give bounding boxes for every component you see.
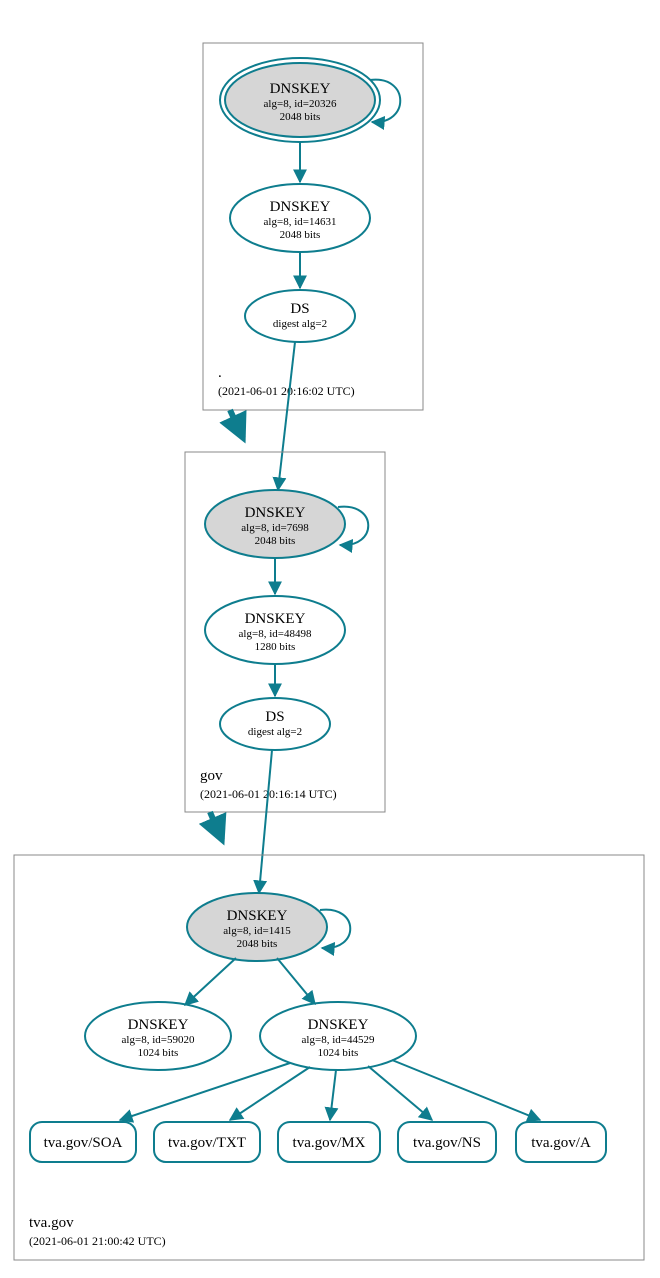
- node-tva-zsk1: DNSKEY alg=8, id=59020 1024 bits: [85, 1002, 231, 1070]
- svg-text:alg=8, id=44529: alg=8, id=44529: [302, 1034, 375, 1046]
- edge-zsk2-ns: [368, 1066, 432, 1120]
- svg-text:digest alg=2: digest alg=2: [248, 726, 302, 738]
- svg-text:DS: DS: [265, 709, 284, 725]
- svg-text:DNSKEY: DNSKEY: [128, 1017, 189, 1033]
- node-rec-ns: tva.gov/NS: [398, 1122, 496, 1162]
- zone-tva-ts: (2021-06-01 21:00:42 UTC): [29, 1234, 166, 1248]
- zone-tva: tva.gov (2021-06-01 21:00:42 UTC) DNSKEY…: [14, 855, 644, 1260]
- svg-text:2048 bits: 2048 bits: [280, 111, 321, 123]
- svg-text:tva.gov/SOA: tva.gov/SOA: [44, 1135, 123, 1151]
- node-gov-zsk: DNSKEY alg=8, id=48498 1280 bits: [205, 596, 345, 664]
- svg-text:alg=8, id=1415: alg=8, id=1415: [223, 925, 291, 937]
- zone-root: . (2021-06-01 20:16:02 UTC) DNSKEY alg=8…: [203, 43, 423, 410]
- svg-text:1024 bits: 1024 bits: [138, 1047, 179, 1059]
- edge-deleg-root-gov: [230, 410, 243, 438]
- node-rec-txt: tva.gov/TXT: [154, 1122, 260, 1162]
- node-root-ksk: DNSKEY alg=8, id=20326 2048 bits: [220, 58, 380, 142]
- node-gov-ksk: DNSKEY alg=8, id=7698 2048 bits: [205, 490, 345, 558]
- edge-tva-ksk-zsk1: [185, 958, 236, 1005]
- node-gov-ds: DS digest alg=2: [220, 698, 330, 750]
- svg-text:DS: DS: [290, 301, 309, 317]
- edge-zsk2-mx: [330, 1070, 336, 1120]
- node-rec-soa: tva.gov/SOA: [30, 1122, 136, 1162]
- zone-gov: gov (2021-06-01 20:16:14 UTC) DNSKEY alg…: [185, 452, 385, 812]
- svg-text:alg=8, id=59020: alg=8, id=59020: [122, 1034, 195, 1046]
- edge-deleg-gov-tva: [210, 812, 222, 840]
- edge-zsk2-soa: [120, 1063, 290, 1120]
- edge-root-ds-gov-ksk: [278, 342, 295, 490]
- zone-root-name: .: [218, 365, 222, 381]
- svg-text:DNSKEY: DNSKEY: [270, 81, 331, 97]
- zone-root-ts: (2021-06-01 20:16:02 UTC): [218, 384, 355, 398]
- zone-tva-name: tva.gov: [29, 1215, 74, 1231]
- edge-tva-ksk-zsk2: [277, 958, 315, 1004]
- svg-text:digest alg=2: digest alg=2: [273, 318, 327, 330]
- svg-text:DNSKEY: DNSKEY: [245, 611, 306, 627]
- svg-text:DNSKEY: DNSKEY: [227, 908, 288, 924]
- svg-text:1280 bits: 1280 bits: [255, 641, 296, 653]
- node-rec-a: tva.gov/A: [516, 1122, 606, 1162]
- dnssec-graph: . (2021-06-01 20:16:02 UTC) DNSKEY alg=8…: [0, 0, 660, 1278]
- svg-text:tva.gov/NS: tva.gov/NS: [413, 1135, 481, 1151]
- edge-gov-ds-tva-ksk: [259, 750, 272, 893]
- svg-text:DNSKEY: DNSKEY: [308, 1017, 369, 1033]
- svg-text:tva.gov/MX: tva.gov/MX: [293, 1135, 366, 1151]
- node-root-zsk: DNSKEY alg=8, id=14631 2048 bits: [230, 184, 370, 252]
- edge-zsk2-a: [392, 1060, 540, 1120]
- node-tva-ksk: DNSKEY alg=8, id=1415 2048 bits: [187, 893, 327, 961]
- zone-gov-name: gov: [200, 768, 223, 784]
- svg-text:DNSKEY: DNSKEY: [270, 199, 331, 215]
- svg-text:2048 bits: 2048 bits: [255, 535, 296, 547]
- svg-text:alg=8, id=48498: alg=8, id=48498: [239, 628, 312, 640]
- svg-text:1024 bits: 1024 bits: [318, 1047, 359, 1059]
- svg-text:alg=8, id=14631: alg=8, id=14631: [264, 216, 337, 228]
- svg-text:DNSKEY: DNSKEY: [245, 505, 306, 521]
- svg-text:2048 bits: 2048 bits: [237, 938, 278, 950]
- edge-zsk2-txt: [230, 1067, 310, 1120]
- node-rec-mx: tva.gov/MX: [278, 1122, 380, 1162]
- svg-text:tva.gov/TXT: tva.gov/TXT: [168, 1135, 246, 1151]
- node-root-ds: DS digest alg=2: [245, 290, 355, 342]
- svg-text:alg=8, id=7698: alg=8, id=7698: [241, 522, 309, 534]
- svg-text:tva.gov/A: tva.gov/A: [531, 1135, 591, 1151]
- svg-text:alg=8, id=20326: alg=8, id=20326: [264, 98, 337, 110]
- svg-text:2048 bits: 2048 bits: [280, 229, 321, 241]
